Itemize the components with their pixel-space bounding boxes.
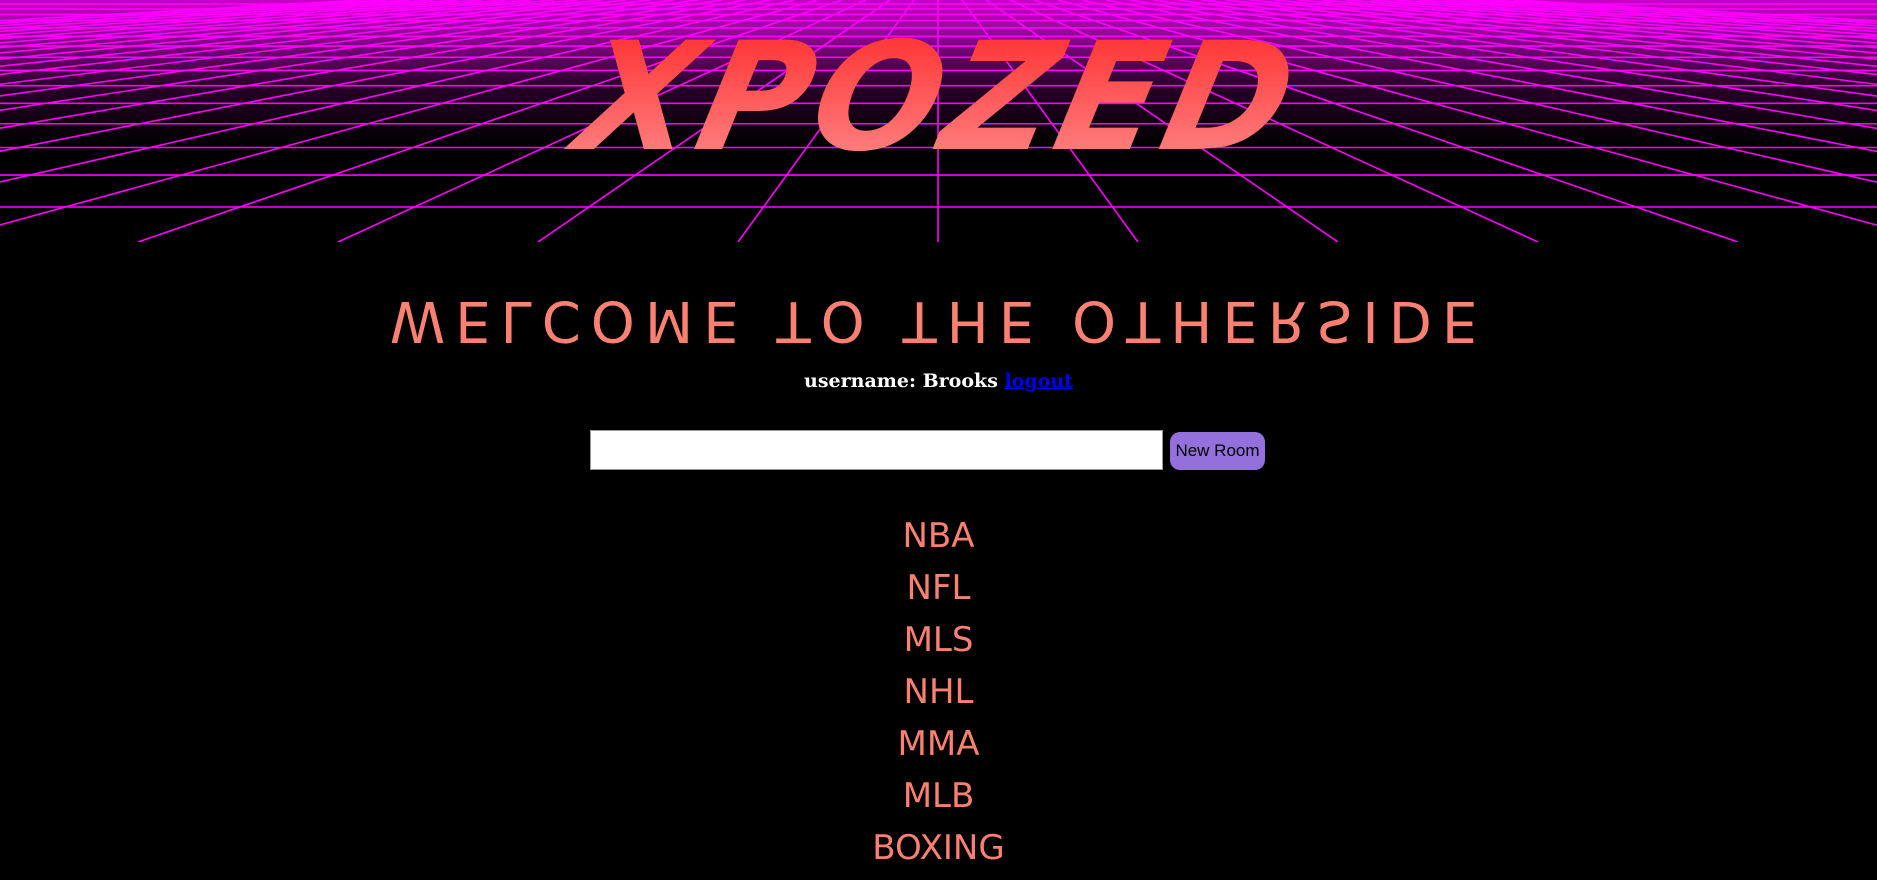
- new-room-input[interactable]: [590, 430, 1163, 470]
- synthwave-banner: XPOZED: [0, 0, 1877, 242]
- room-item[interactable]: MLS: [0, 614, 1877, 666]
- new-room-button[interactable]: New Room: [1170, 432, 1265, 470]
- room-item[interactable]: NBA: [0, 510, 1877, 562]
- username-value: Brooks: [922, 370, 998, 392]
- room-item[interactable]: BOXING: [0, 822, 1877, 874]
- logout-link[interactable]: logout: [1005, 370, 1073, 392]
- room-list: NBA NFL MLS NHL MMA MLB BOXING: [0, 510, 1877, 874]
- room-item[interactable]: NFL: [0, 562, 1877, 614]
- room-item[interactable]: NHL: [0, 666, 1877, 718]
- user-line: username: Brooks logout: [0, 366, 1877, 396]
- room-item[interactable]: MLB: [0, 770, 1877, 822]
- logo-title: XPOZED: [0, 11, 1877, 185]
- username-label: username:: [804, 370, 916, 392]
- room-item[interactable]: MMA: [0, 718, 1877, 770]
- welcome-heading: WELCOME TO THE OTHERSIDE: [389, 288, 1488, 353]
